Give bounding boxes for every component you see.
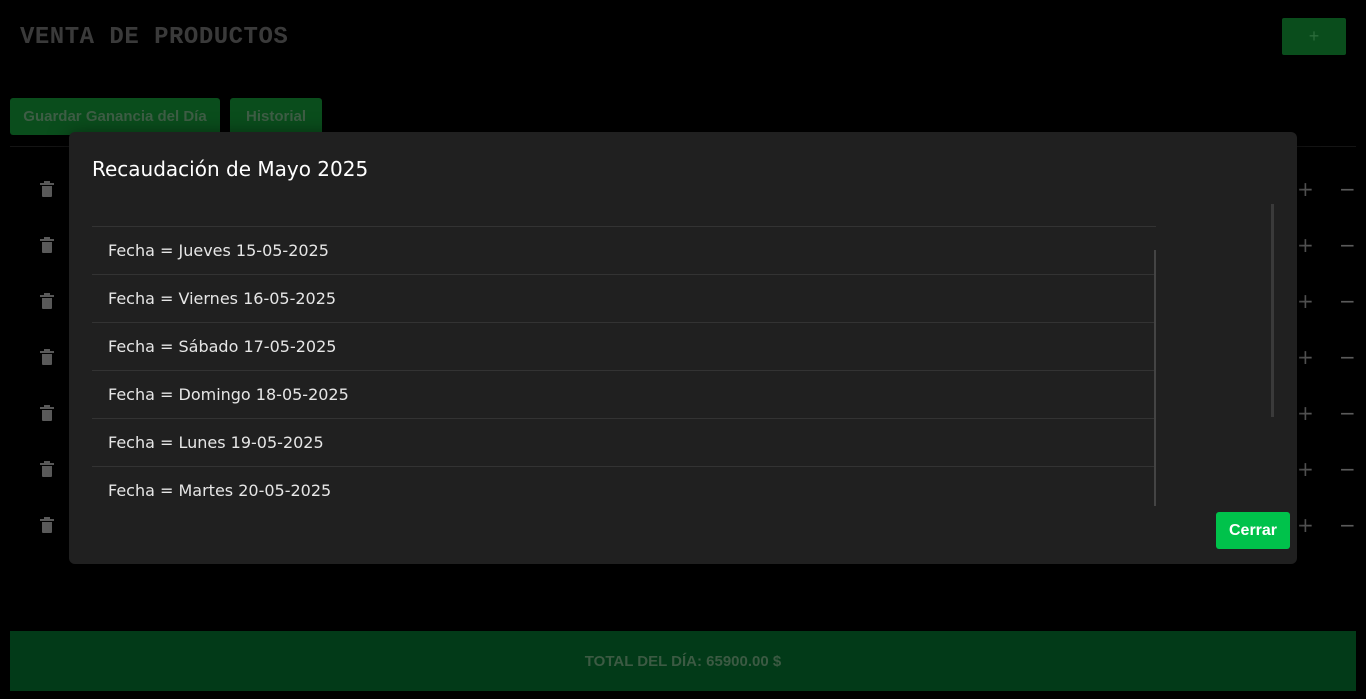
modal-scrollbar[interactable] xyxy=(1271,204,1274,417)
history-modal: Recaudación de Mayo 2025 Fecha = Jueves … xyxy=(69,132,1297,564)
date-list: Fecha = Jueves 15-05-2025 Fecha = Vierne… xyxy=(92,226,1156,506)
list-item[interactable]: Fecha = Jueves 15-05-2025 xyxy=(92,227,1156,275)
list-item[interactable]: Fecha = Sábado 17-05-2025 xyxy=(92,323,1156,371)
close-button[interactable]: Cerrar xyxy=(1216,512,1290,549)
list-scrollbar[interactable] xyxy=(1154,250,1156,506)
modal-title: Recaudación de Mayo 2025 xyxy=(92,157,369,181)
list-item[interactable]: Fecha = Martes 20-05-2025 xyxy=(92,467,1156,506)
list-item[interactable]: Fecha = Viernes 16-05-2025 xyxy=(92,275,1156,323)
list-item[interactable]: Fecha = Domingo 18-05-2025 xyxy=(92,371,1156,419)
list-item[interactable]: Fecha = Lunes 19-05-2025 xyxy=(92,419,1156,467)
